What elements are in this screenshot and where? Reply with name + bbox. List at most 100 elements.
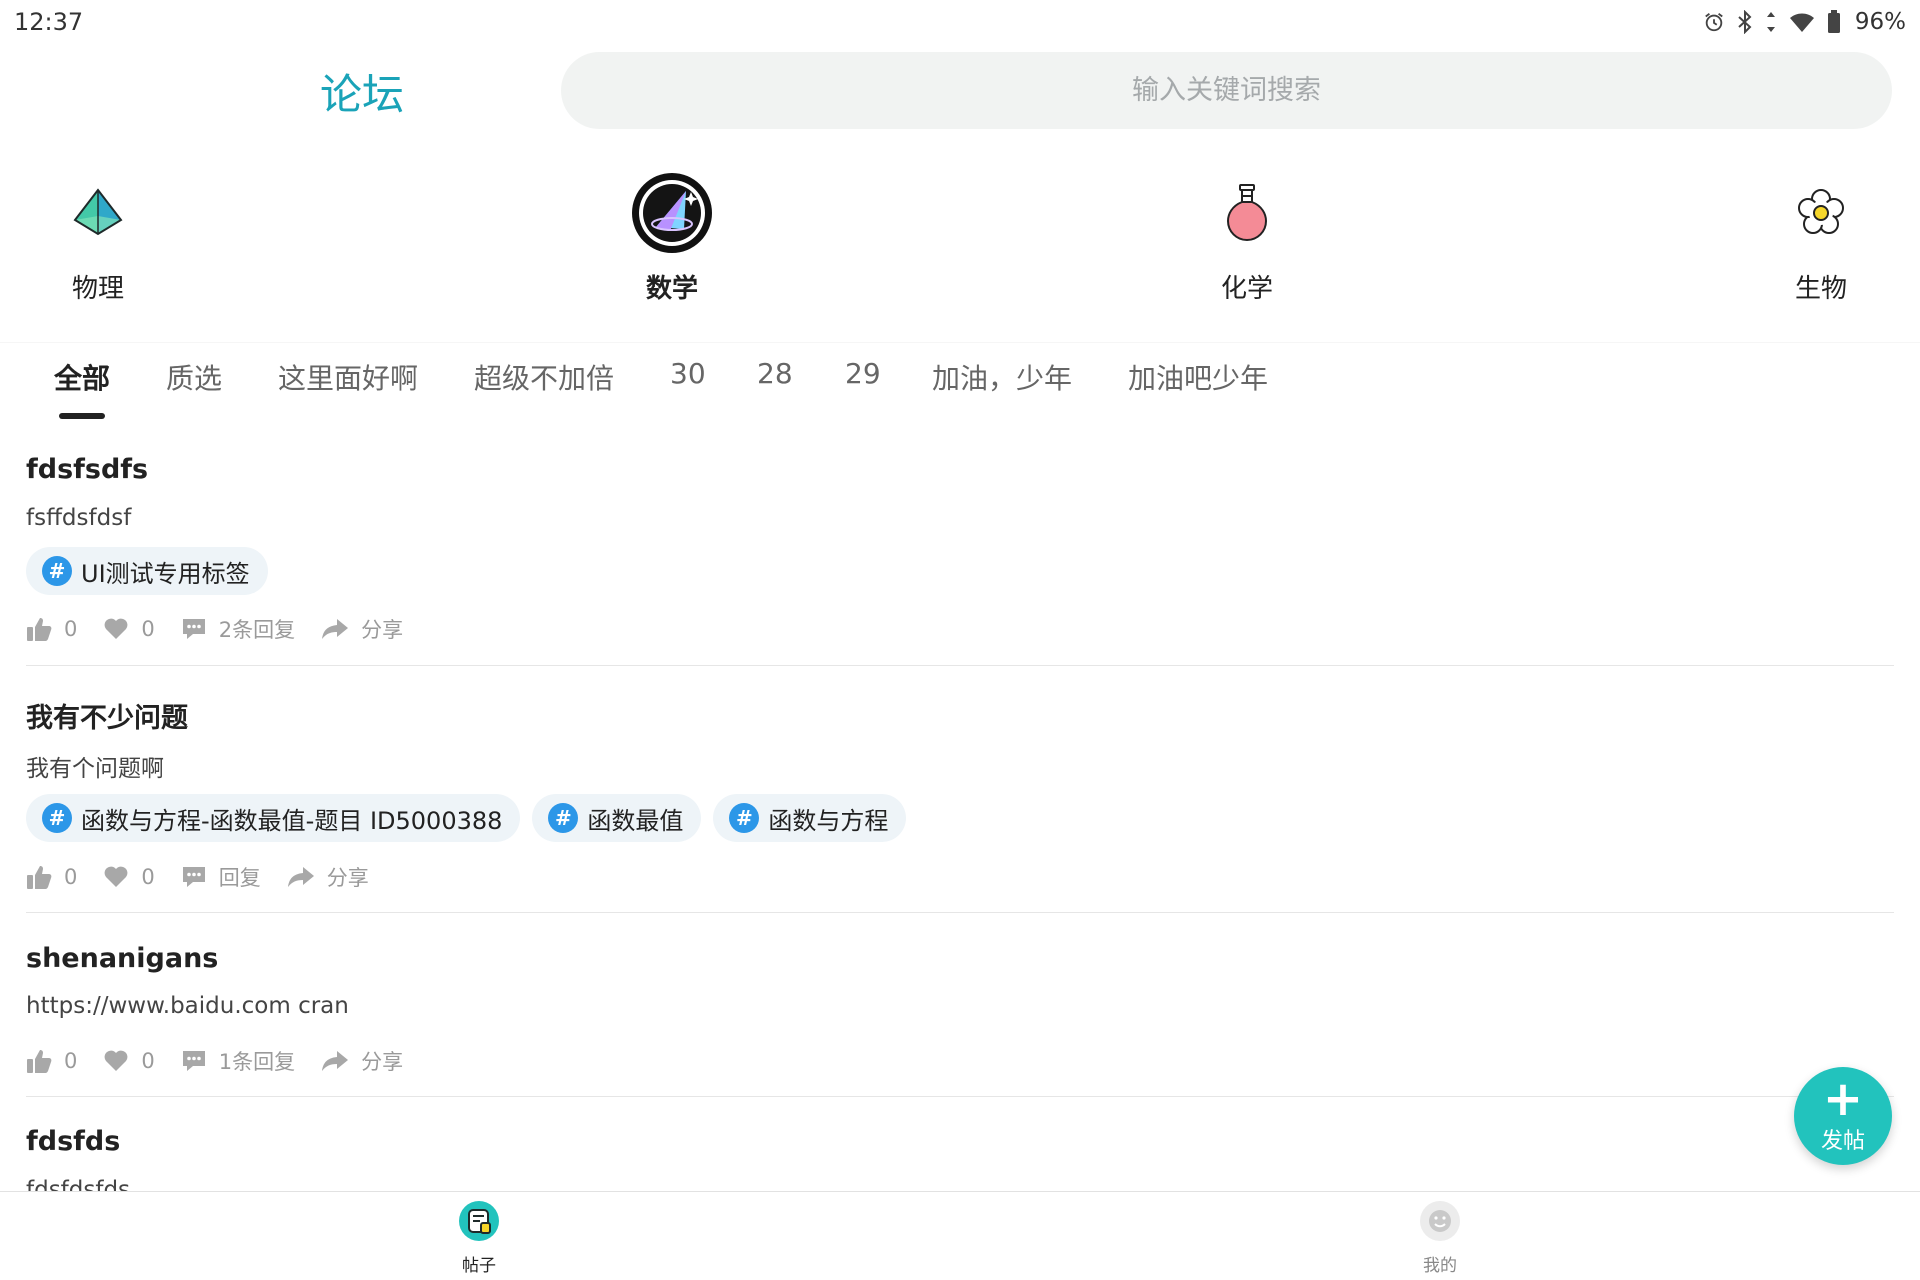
heart-icon [103, 1049, 129, 1073]
tab-topic-2[interactable]: 超级不加倍 [474, 357, 614, 397]
profile-icon [1419, 1200, 1461, 1246]
share-arrow-icon [321, 617, 349, 641]
post-title: fdsfds [26, 1126, 121, 1157]
active-tab-indicator [59, 413, 105, 419]
like-button[interactable]: 0 [26, 1048, 77, 1074]
nav-posts[interactable]: 帖子 [409, 1200, 549, 1278]
reply-button[interactable]: 回复 [181, 862, 261, 892]
favorite-button[interactable]: 0 [103, 1049, 155, 1073]
comment-icon [181, 864, 207, 890]
post-tag-label: 函数与方程-函数最值-题目 ID5000388 [81, 806, 503, 835]
like-count: 0 [64, 865, 78, 889]
subject-math[interactable]: 数学 [587, 170, 757, 310]
tab-featured[interactable]: 质选 [166, 357, 222, 397]
subject-physics[interactable]: 物理 [13, 170, 183, 310]
post-tags: # UI测试专用标签 [26, 547, 268, 595]
math-cone-icon [629, 170, 715, 256]
topic-tabs: 全部 质选 这里面好啊 超级不加倍 30 28 29 加油，少年 加油吧少年 [0, 342, 1920, 422]
data-arrows-icon [1765, 11, 1777, 33]
status-icons: 96% [1703, 9, 1906, 35]
subject-label: 数学 [645, 274, 698, 304]
tab-topic-7[interactable]: 加油吧少年 [1128, 357, 1268, 397]
share-button[interactable]: 分享 [321, 614, 403, 644]
bottom-nav: 帖子 我的 [0, 1191, 1920, 1280]
post-card[interactable]: shenanigans https://www.baidu.com cran 0… [26, 937, 1894, 1097]
alarm-icon [1703, 11, 1725, 33]
post-tag[interactable]: # UI测试专用标签 [26, 547, 268, 595]
post-tag[interactable]: # 函数与方程-函数最值-题目 ID5000388 [26, 794, 521, 842]
reply-count: 1条回复 [218, 1050, 296, 1074]
hashtag-icon: # [729, 803, 760, 833]
comment-icon [181, 616, 207, 642]
tab-topic-6[interactable]: 加油，少年 [932, 357, 1072, 397]
like-count: 0 [64, 617, 78, 641]
flask-icon [1204, 170, 1290, 256]
post-body: https://www.baidu.com cran [26, 993, 349, 1019]
post-actions: 0 0 2条回复 分享 [26, 614, 429, 644]
reply-button[interactable]: 2条回复 [181, 614, 295, 644]
post-actions: 0 0 回复 分享 [26, 862, 395, 892]
post-actions: 0 0 1条回复 分享 [26, 1046, 429, 1076]
post-body: fsffdsfdsf [26, 505, 132, 531]
post-tag-label: 函数与方程 [768, 806, 889, 835]
nav-profile[interactable]: 我的 [1370, 1200, 1510, 1278]
post-tag[interactable]: # 函数与方程 [713, 794, 907, 842]
favorite-count: 0 [141, 1049, 155, 1073]
post-title: 我有不少问题 [26, 703, 188, 734]
share-arrow-icon [321, 1049, 349, 1073]
like-button[interactable]: 0 [26, 616, 77, 642]
wifi-icon [1789, 11, 1815, 33]
post-tag[interactable]: # 函数最值 [532, 794, 702, 842]
posts-icon [458, 1200, 500, 1246]
share-label: 分享 [326, 866, 369, 890]
post-card[interactable]: fdsfds fdsfdsfds [26, 1120, 1894, 1191]
search-input[interactable] [561, 52, 1892, 129]
battery-percent: 96% [1854, 9, 1906, 35]
post-card[interactable]: 我有不少问题 我有个问题啊 # 函数与方程-函数最值-题目 ID5000388 … [26, 690, 1894, 913]
favorite-count: 0 [141, 865, 155, 889]
share-label: 分享 [361, 618, 404, 642]
post-tag-label: UI测试专用标签 [81, 559, 250, 588]
reply-button[interactable]: 1条回复 [181, 1046, 295, 1076]
hashtag-icon: # [42, 556, 72, 586]
subject-biology[interactable]: 生物 [1736, 170, 1906, 310]
favorite-count: 0 [141, 617, 155, 641]
like-button[interactable]: 0 [26, 864, 77, 890]
tab-topic-4[interactable]: 28 [757, 357, 793, 390]
thumbs-up-icon [26, 864, 52, 890]
nav-label: 我的 [1423, 1256, 1457, 1276]
plus-icon: + [1822, 1071, 1864, 1127]
status-bar: 12:37 96% [0, 0, 1920, 44]
new-post-button[interactable]: + 发帖 [1794, 1067, 1892, 1165]
header: 论坛 [0, 50, 1920, 132]
post-title: fdsfsdfs [26, 454, 149, 485]
bluetooth-icon [1737, 10, 1753, 34]
nav-label: 帖子 [462, 1256, 496, 1276]
post-tag-label: 函数最值 [587, 806, 684, 835]
subject-label: 物理 [71, 274, 124, 304]
hashtag-icon: # [42, 803, 72, 833]
tab-topic-3[interactable]: 30 [670, 357, 706, 390]
share-arrow-icon [287, 865, 315, 889]
tab-all[interactable]: 全部 [54, 357, 110, 397]
search-bar[interactable] [561, 52, 1892, 129]
thumbs-up-icon [26, 1048, 52, 1074]
favorite-button[interactable]: 0 [103, 617, 155, 641]
comment-icon [181, 1048, 207, 1074]
heart-icon [103, 617, 129, 641]
post-card[interactable]: fdsfsdfs fsffdsfdsf # UI测试专用标签 0 0 2条回复 … [26, 448, 1894, 666]
post-body: 我有个问题啊 [26, 756, 164, 782]
subject-selector: 物理 数学 化学 生物 [0, 170, 1920, 330]
favorite-button[interactable]: 0 [103, 865, 155, 889]
share-button[interactable]: 分享 [287, 862, 369, 892]
like-count: 0 [64, 1049, 78, 1073]
share-label: 分享 [361, 1050, 404, 1074]
subject-chemistry[interactable]: 化学 [1162, 170, 1332, 310]
tab-topic-1[interactable]: 这里面好啊 [278, 357, 418, 397]
tab-topic-5[interactable]: 29 [845, 357, 881, 390]
new-post-label: 发帖 [1820, 1129, 1865, 1154]
share-button[interactable]: 分享 [321, 1046, 403, 1076]
subject-label: 化学 [1220, 274, 1273, 304]
reply-count: 2条回复 [218, 618, 296, 642]
heart-icon [103, 865, 129, 889]
